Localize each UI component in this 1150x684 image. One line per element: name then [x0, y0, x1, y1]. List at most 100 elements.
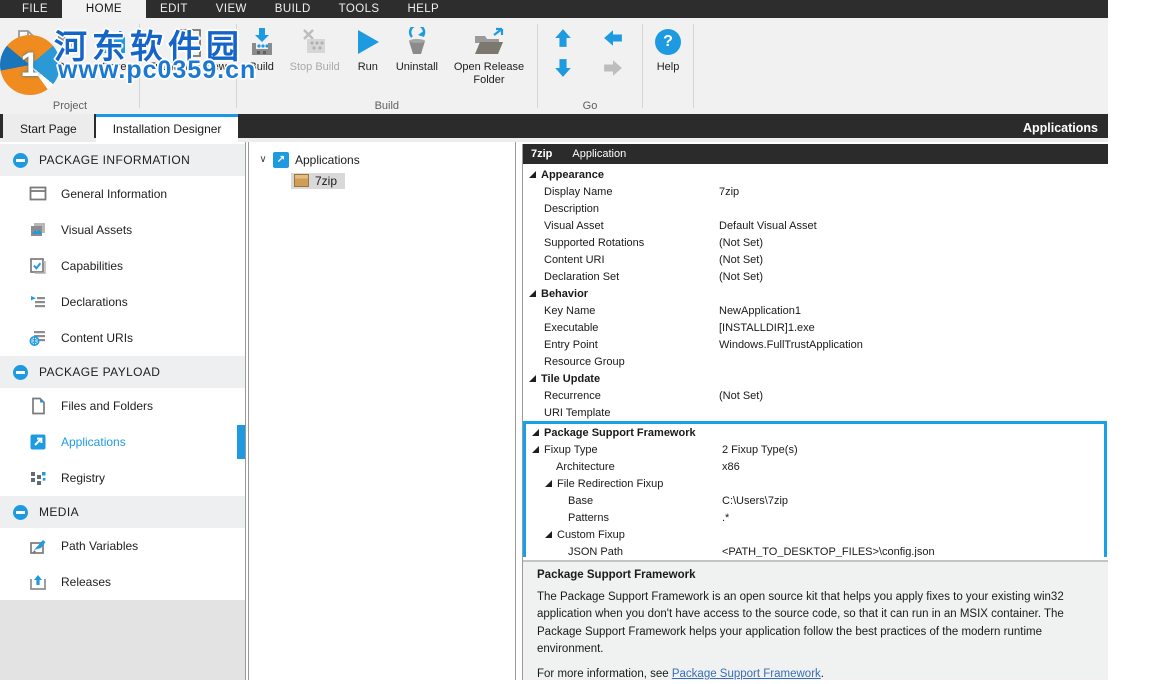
section-package-information[interactable]: PACKAGE INFORMATION [0, 144, 245, 176]
menu-edit[interactable]: EDIT [146, 0, 202, 18]
tab-start-page[interactable]: Start Page [3, 114, 94, 142]
property-row[interactable]: URI Template [523, 404, 1108, 421]
uninstall-bin-icon [403, 25, 431, 59]
property-panel-header: 7zip Application [523, 144, 1108, 164]
stop-build-icon [301, 25, 329, 59]
save-button[interactable]: Save [92, 20, 136, 74]
psf-doc-link[interactable]: Package Support Framework [672, 668, 821, 680]
property-row[interactable]: Behavior [523, 285, 1108, 302]
ribbon-group-go: Go [541, 20, 639, 114]
ribbon-separator [693, 24, 694, 108]
property-row[interactable]: Entry PointWindows.FullTrustApplication [523, 336, 1108, 353]
tree-node-7zip[interactable]: 7zip [249, 170, 515, 191]
property-row[interactable]: File Redirection Fixup [526, 475, 1104, 492]
menu-tools[interactable]: TOOLS [325, 0, 394, 18]
group-label-project: Project [4, 99, 136, 114]
description-title: Package Support Framework [537, 569, 1094, 581]
property-row[interactable]: Tile Update [523, 370, 1108, 387]
sidebar-item-applications[interactable]: Applications [0, 424, 245, 460]
sidebar-item-path-variables[interactable]: Path Variables [0, 528, 245, 564]
tab-installation-designer[interactable]: Installation Designer [96, 114, 239, 142]
sidebar-item-registry[interactable]: Registry [0, 460, 245, 496]
property-row[interactable]: Key NameNewApplication1 [523, 302, 1108, 319]
go-forward-arrow-icon[interactable] [603, 58, 627, 78]
ribbon-separator [236, 24, 237, 108]
open-button[interactable]: Open [48, 20, 92, 74]
expander-icon[interactable] [529, 290, 536, 297]
menubar: FILE HOME EDIT VIEW BUILD TOOLS HELP [0, 0, 1108, 18]
expander-icon[interactable] [545, 531, 552, 538]
menu-build[interactable]: BUILD [261, 0, 325, 18]
build-button[interactable]: Build [240, 20, 284, 74]
property-row[interactable]: Recurrence(Not Set) [523, 387, 1108, 404]
chevron-down-icon[interactable]: ∨ [257, 154, 269, 165]
document-tabstrip: Start Page Installation Designer Applica… [0, 114, 1108, 142]
application-arrow-icon [29, 433, 47, 451]
sidebar-item-files-and-folders[interactable]: Files and Folders [0, 388, 245, 424]
expander-icon[interactable] [545, 480, 552, 487]
property-row[interactable]: Architecturex86 [526, 458, 1104, 475]
section-package-payload[interactable]: PACKAGE PAYLOAD [0, 356, 245, 388]
property-panel: 7zip Application Appearance Display Name… [522, 144, 1108, 680]
sidebar-item-general-information[interactable]: General Information [0, 176, 245, 212]
ribbon-separator [139, 24, 140, 108]
open-release-folder-button[interactable]: Open Release Folder [444, 20, 534, 87]
build-icon [248, 25, 276, 59]
sidebar-item-content-uris[interactable]: Content URIs [0, 320, 245, 356]
registry-blocks-icon [29, 469, 47, 487]
property-row[interactable]: Resource Group [523, 353, 1108, 370]
new-button[interactable]: New [4, 20, 48, 74]
property-row[interactable]: JSON Path<PATH_TO_DESKTOP_FILES>\config.… [526, 543, 1104, 557]
property-row[interactable]: Display Name7zip [523, 183, 1108, 200]
property-row[interactable]: Fixup Type2 Fixup Type(s) [526, 441, 1104, 458]
sidebar-item-capabilities[interactable]: Capabilities [0, 248, 245, 284]
section-media[interactable]: MEDIA [0, 496, 245, 528]
collapse-minus-icon [13, 153, 28, 168]
stop-build-button[interactable]: Stop Build [284, 20, 346, 74]
uninstall-button[interactable]: Uninstall [390, 20, 444, 74]
tree-node-applications[interactable]: ∨ ↗ Applications [249, 149, 515, 170]
property-row[interactable]: Executable[INSTALLDIR]1.exe [523, 319, 1108, 336]
ribbon-group-build: Build Stop Build Run [240, 20, 534, 114]
group-label-go: Go [541, 99, 639, 114]
psf-highlight-box: Package Support Framework Fixup Type2 Fi… [523, 421, 1107, 557]
sidebar-item-releases[interactable]: Releases [0, 564, 245, 600]
go-up-arrow-icon[interactable] [553, 28, 577, 48]
expander-icon[interactable] [532, 429, 539, 436]
traditional-view-button[interactable]: Traditional View [143, 20, 233, 74]
go-back-arrow-icon[interactable] [603, 28, 627, 48]
window-icon [29, 185, 47, 203]
property-row[interactable]: Patterns.* [526, 509, 1104, 526]
property-row[interactable]: Content URI(Not Set) [523, 251, 1108, 268]
app-window: FILE HOME EDIT VIEW BUILD TOOLS HELP New [0, 0, 1150, 684]
menu-home[interactable]: HOME [62, 0, 146, 18]
file-icon [29, 397, 47, 415]
property-row[interactable]: Custom Fixup [526, 526, 1104, 543]
property-row[interactable]: Description [523, 200, 1108, 217]
package-box-icon [294, 174, 309, 187]
application-arrow-icon: ↗ [273, 152, 289, 168]
sidebar-item-visual-assets[interactable]: Visual Assets [0, 212, 245, 248]
property-row[interactable]: Supported Rotations(Not Set) [523, 234, 1108, 251]
menu-view[interactable]: VIEW [202, 0, 261, 18]
property-row[interactable]: Appearance [523, 166, 1108, 183]
expander-icon[interactable] [529, 171, 536, 178]
menu-help[interactable]: HELP [393, 0, 453, 18]
menu-file[interactable]: FILE [8, 0, 62, 18]
run-button[interactable]: Run [346, 20, 390, 74]
open-release-folder-icon [472, 25, 506, 59]
open-folder-icon [55, 25, 85, 59]
expander-icon[interactable] [529, 375, 536, 382]
run-play-icon [355, 25, 381, 59]
property-row[interactable]: BaseC:\Users\7zip [526, 492, 1104, 509]
property-row[interactable]: Declaration Set(Not Set) [523, 268, 1108, 285]
help-button[interactable]: ? Help [646, 20, 690, 74]
ribbon-toolbar: New Open Save Project [0, 18, 1108, 114]
property-row[interactable]: Package Support Framework [526, 424, 1104, 441]
go-down-arrow-icon[interactable] [553, 58, 577, 78]
selected-indicator-bar [237, 425, 245, 459]
property-row[interactable]: Visual AssetDefault Visual Asset [523, 217, 1108, 234]
sidebar-item-declarations[interactable]: Declarations [0, 284, 245, 320]
expander-icon[interactable] [532, 446, 539, 453]
ribbon-group-project: New Open Save Project [4, 20, 136, 114]
